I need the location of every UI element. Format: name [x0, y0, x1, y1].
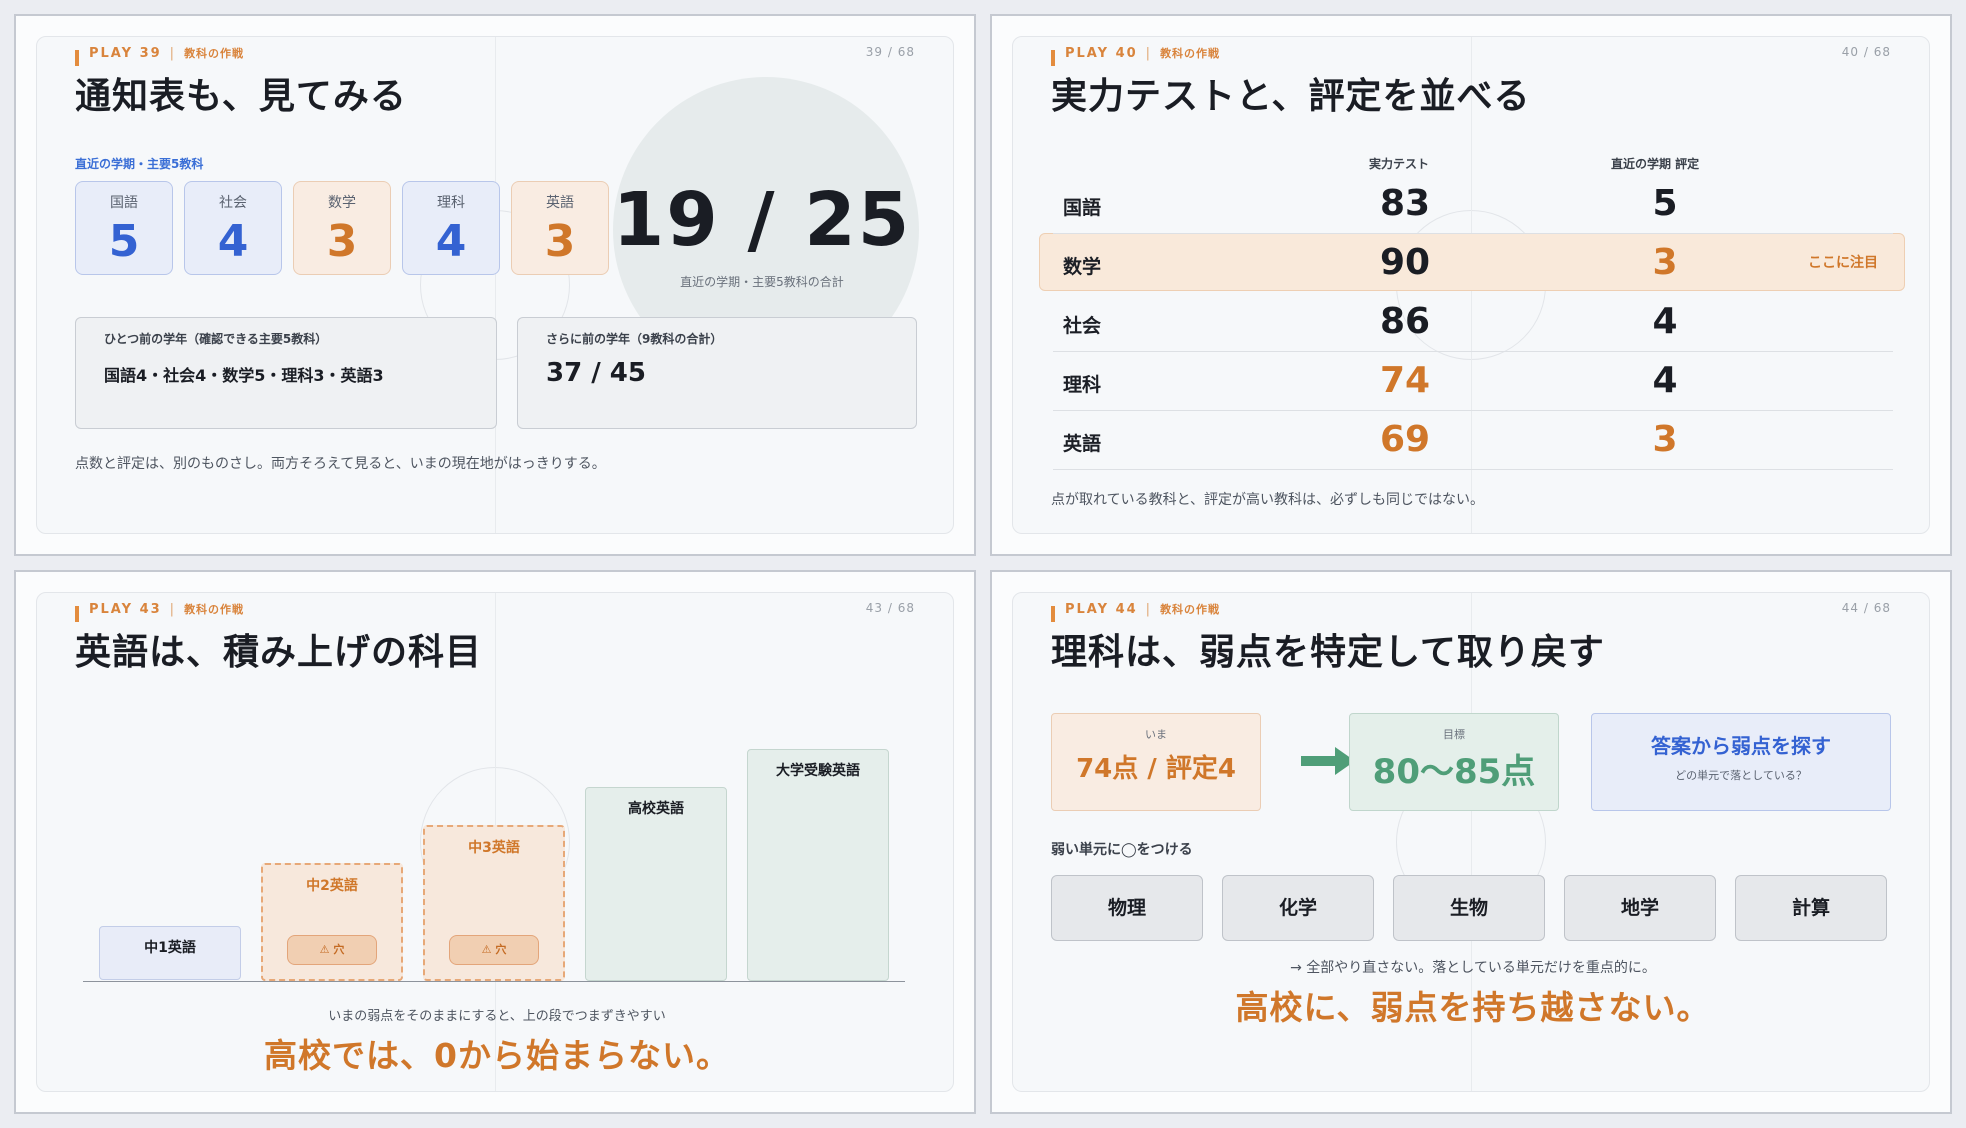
slide-43[interactable]: PLAY 43 | 教科の作戦 43 / 68 英語は、積み上げの科目 中1英語 中… [14, 570, 976, 1114]
unit-button-keisan[interactable]: 計算 [1735, 875, 1887, 941]
column-header-rating: 直近の学期 評定 [1611, 157, 1700, 171]
subject-card-kokugo: 国語 5 [75, 181, 173, 275]
subject-card-eigo: 英語 3 [511, 181, 609, 275]
step-chu2: 中2英語 ⚠ 穴 [261, 863, 403, 981]
subject-card-shakai: 社会 4 [184, 181, 282, 275]
step-chu3: 中3英語 ⚠ 穴 [423, 825, 565, 981]
slide-title: 理科は、弱点を特定して取り戻す [1051, 632, 1605, 673]
unit-button-kagaku[interactable]: 化学 [1222, 875, 1374, 941]
subject-card-sugaku: 数学 3 [293, 181, 391, 275]
slide-title: 英語は、積み上げの科目 [75, 632, 483, 673]
page-number: 43 / 68 [865, 601, 915, 615]
weak-spot-badge: ⚠ 穴 [287, 935, 377, 965]
page-number: 39 / 68 [865, 45, 915, 59]
rating: 5 [1652, 183, 1678, 224]
weak-spot-badge: ⚠ 穴 [449, 935, 539, 965]
rating: 3 [1652, 419, 1678, 460]
page-number: 44 / 68 [1841, 601, 1891, 615]
play-label: PLAY 44 | 教科の作戦 [1051, 601, 1220, 617]
rating: 4 [1652, 301, 1678, 342]
table-row: 数学 90 3 [1053, 234, 1893, 293]
score: 69 [1379, 419, 1431, 460]
slide-40[interactable]: PLAY 40 | 教科の作戦 40 / 68 実力テストと、評定を並べる 実力テス… [990, 14, 1952, 556]
prev-prev-year-box: さらに前の学年（9教科の合計） 37 / 45 [517, 317, 917, 429]
table-row: 国語 83 5 [1053, 175, 1893, 234]
play-label: PLAY 40 | 教科の作戦 [1051, 45, 1220, 61]
score: 90 [1379, 242, 1431, 283]
baseline [83, 981, 905, 982]
unit-button-chigaku[interactable]: 地学 [1564, 875, 1716, 941]
slide-card: PLAY 40 | 教科の作戦 40 / 68 実力テストと、評定を並べる 実力テス… [1012, 36, 1930, 534]
unit-button-butsuri[interactable]: 物理 [1051, 875, 1203, 941]
slide-card: PLAY 44 | 教科の作戦 44 / 68 理科は、弱点を特定して取り戻す いま… [1012, 592, 1930, 1092]
total-score: 19 / 25 [612, 177, 912, 263]
table-row: 理科 74 4 [1053, 352, 1893, 411]
step-koko: 高校英語 [585, 787, 727, 981]
rating: 4 [1652, 360, 1678, 401]
goal-score-box: 目標 80〜85点 [1349, 713, 1559, 811]
key-message: 高校では、0から始まらない。 [264, 1036, 730, 1075]
slide-39[interactable]: PLAY 39 | 教科の作戦 39 / 68 通知表も、見てみる 直近の学期・主要… [14, 14, 976, 556]
units-caption: → 全部やり直さない。落としている単元だけを重点的に。 [1290, 960, 1656, 976]
key-message: 高校に、弱点を持ち越さない。 [1235, 988, 1711, 1027]
rating: 3 [1652, 242, 1678, 283]
play-label: PLAY 43 | 教科の作戦 [75, 601, 244, 617]
page-number: 40 / 68 [1841, 45, 1891, 59]
play-label: PLAY 39 | 教科の作戦 [75, 45, 244, 61]
step-chu1: 中1英語 [99, 926, 241, 980]
unit-button-seibutsu[interactable]: 生物 [1393, 875, 1545, 941]
total-caption: 直近の学期・主要5教科の合計 [680, 275, 844, 289]
subject-card-rika: 理科 4 [402, 181, 500, 275]
score: 74 [1379, 360, 1431, 401]
action-box: 答案から弱点を探す どの単元で落としている？ [1591, 713, 1891, 811]
column-header-test: 実力テスト [1369, 157, 1430, 171]
table-row: 英語 69 3 [1053, 411, 1893, 470]
current-score-box: いま 74点 / 評定4 [1051, 713, 1261, 811]
slide-title: 通知表も、見てみる [75, 76, 407, 117]
slide-card: PLAY 39 | 教科の作戦 39 / 68 通知表も、見てみる 直近の学期・主要… [36, 36, 954, 534]
score: 86 [1379, 301, 1431, 342]
slide-44[interactable]: PLAY 44 | 教科の作戦 44 / 68 理科は、弱点を特定して取り戻す いま… [990, 570, 1952, 1114]
slide-footer: 点数と評定は、別のものさし。両方そろえて見ると、いまの現在地がはっきりする。 [75, 456, 606, 472]
slide-footer: 点が取れている教科と、評定が高い教科は、必ずしも同じではない。 [1051, 492, 1485, 508]
table-row: 社会 86 4 [1053, 293, 1893, 352]
score: 83 [1379, 183, 1431, 224]
slide-title: 実力テストと、評定を並べる [1051, 76, 1531, 117]
slide-card: PLAY 43 | 教科の作戦 43 / 68 英語は、積み上げの科目 中1英語 中… [36, 592, 954, 1092]
step-daigaku: 大学受験英語 [747, 749, 889, 981]
units-heading: 弱い単元に◯をつける [1051, 842, 1193, 858]
arrow-right-icon [1301, 747, 1355, 775]
prev-year-box: ひとつ前の学年（確認できる主要5教科） 国語4・社会4・数学5・理科3・英語3 [75, 317, 497, 429]
section-label: 直近の学期・主要5教科 [75, 157, 204, 171]
stairs-caption: いまの弱点をそのままにすると、上の段でつまずきやすい [328, 1009, 666, 1024]
